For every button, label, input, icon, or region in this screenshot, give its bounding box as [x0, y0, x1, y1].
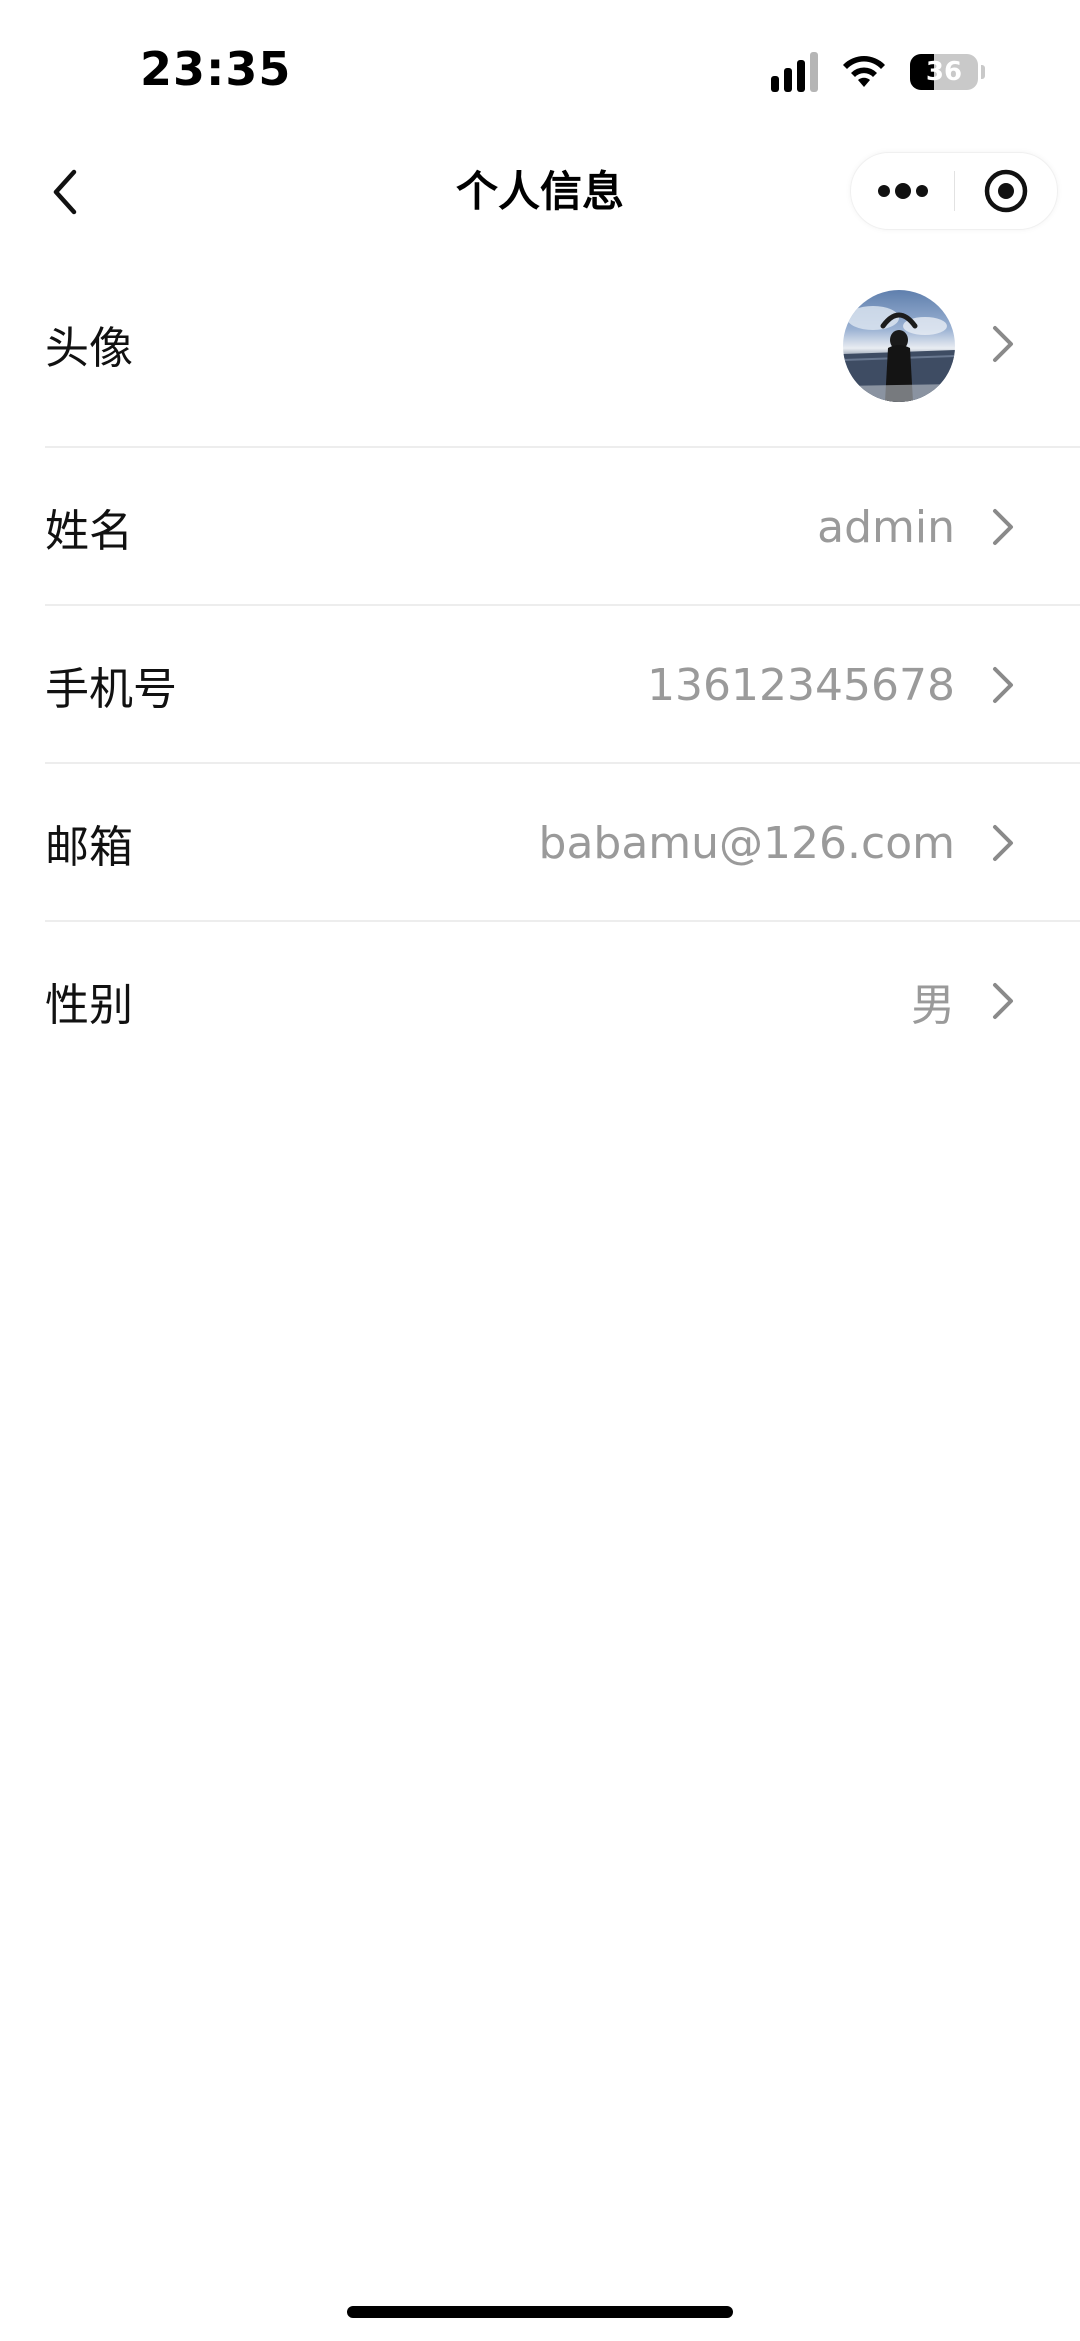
phone-label: 手机号 [45, 664, 177, 715]
gender-chevron [991, 922, 1015, 1080]
wifi-icon [840, 54, 888, 90]
more-dots-icon [877, 183, 928, 199]
mini-program-capsule [850, 152, 1058, 230]
avatar-label: 头像 [45, 323, 133, 374]
phone-row[interactable]: 手机号 13612345678 [0, 606, 1080, 764]
status-time: 23:35 [140, 42, 292, 96]
chevron-right-icon [993, 326, 1013, 362]
battery-icon: 36 [910, 54, 985, 90]
status-icons: 36 [771, 50, 985, 94]
avatar-row[interactable]: 头像 [0, 240, 1080, 448]
gender-label: 性别 [45, 980, 133, 1031]
email-chevron [991, 764, 1015, 922]
name-label: 姓名 [45, 506, 133, 557]
email-label: 邮箱 [45, 822, 133, 873]
battery-level: 36 [925, 57, 963, 87]
target-circle-icon [984, 169, 1028, 213]
chevron-right-icon [993, 509, 1013, 545]
home-indicator[interactable] [347, 2306, 733, 2318]
avatar[interactable] [843, 290, 955, 402]
chevron-right-icon [993, 983, 1013, 1019]
signal-icon [771, 52, 818, 92]
email-value: babamu@126.com [538, 817, 955, 869]
chevron-right-icon [993, 825, 1013, 861]
close-mini-program-button[interactable] [955, 152, 1057, 230]
chevron-right-icon [993, 667, 1013, 703]
battery-body: 36 [910, 54, 978, 90]
email-row[interactable]: 邮箱 babamu@126.com [0, 764, 1080, 922]
name-chevron [991, 448, 1015, 606]
nav-bar: 个人信息 [0, 140, 1080, 240]
gender-row[interactable]: 性别 男 [0, 922, 1080, 1080]
battery-tip [981, 65, 985, 79]
name-value: admin [817, 501, 955, 553]
status-bar: 23:35 36 [0, 0, 1080, 140]
gender-value: 男 [911, 980, 955, 1031]
more-button[interactable] [851, 152, 954, 230]
name-row[interactable]: 姓名 admin [0, 448, 1080, 606]
avatar-chevron [991, 240, 1015, 448]
phone-chevron [991, 606, 1015, 764]
phone-value: 13612345678 [647, 659, 955, 711]
profile-info-list: 头像 姓名 admin 手机号 13612345678 邮箱 babamu@12… [0, 240, 1080, 1080]
